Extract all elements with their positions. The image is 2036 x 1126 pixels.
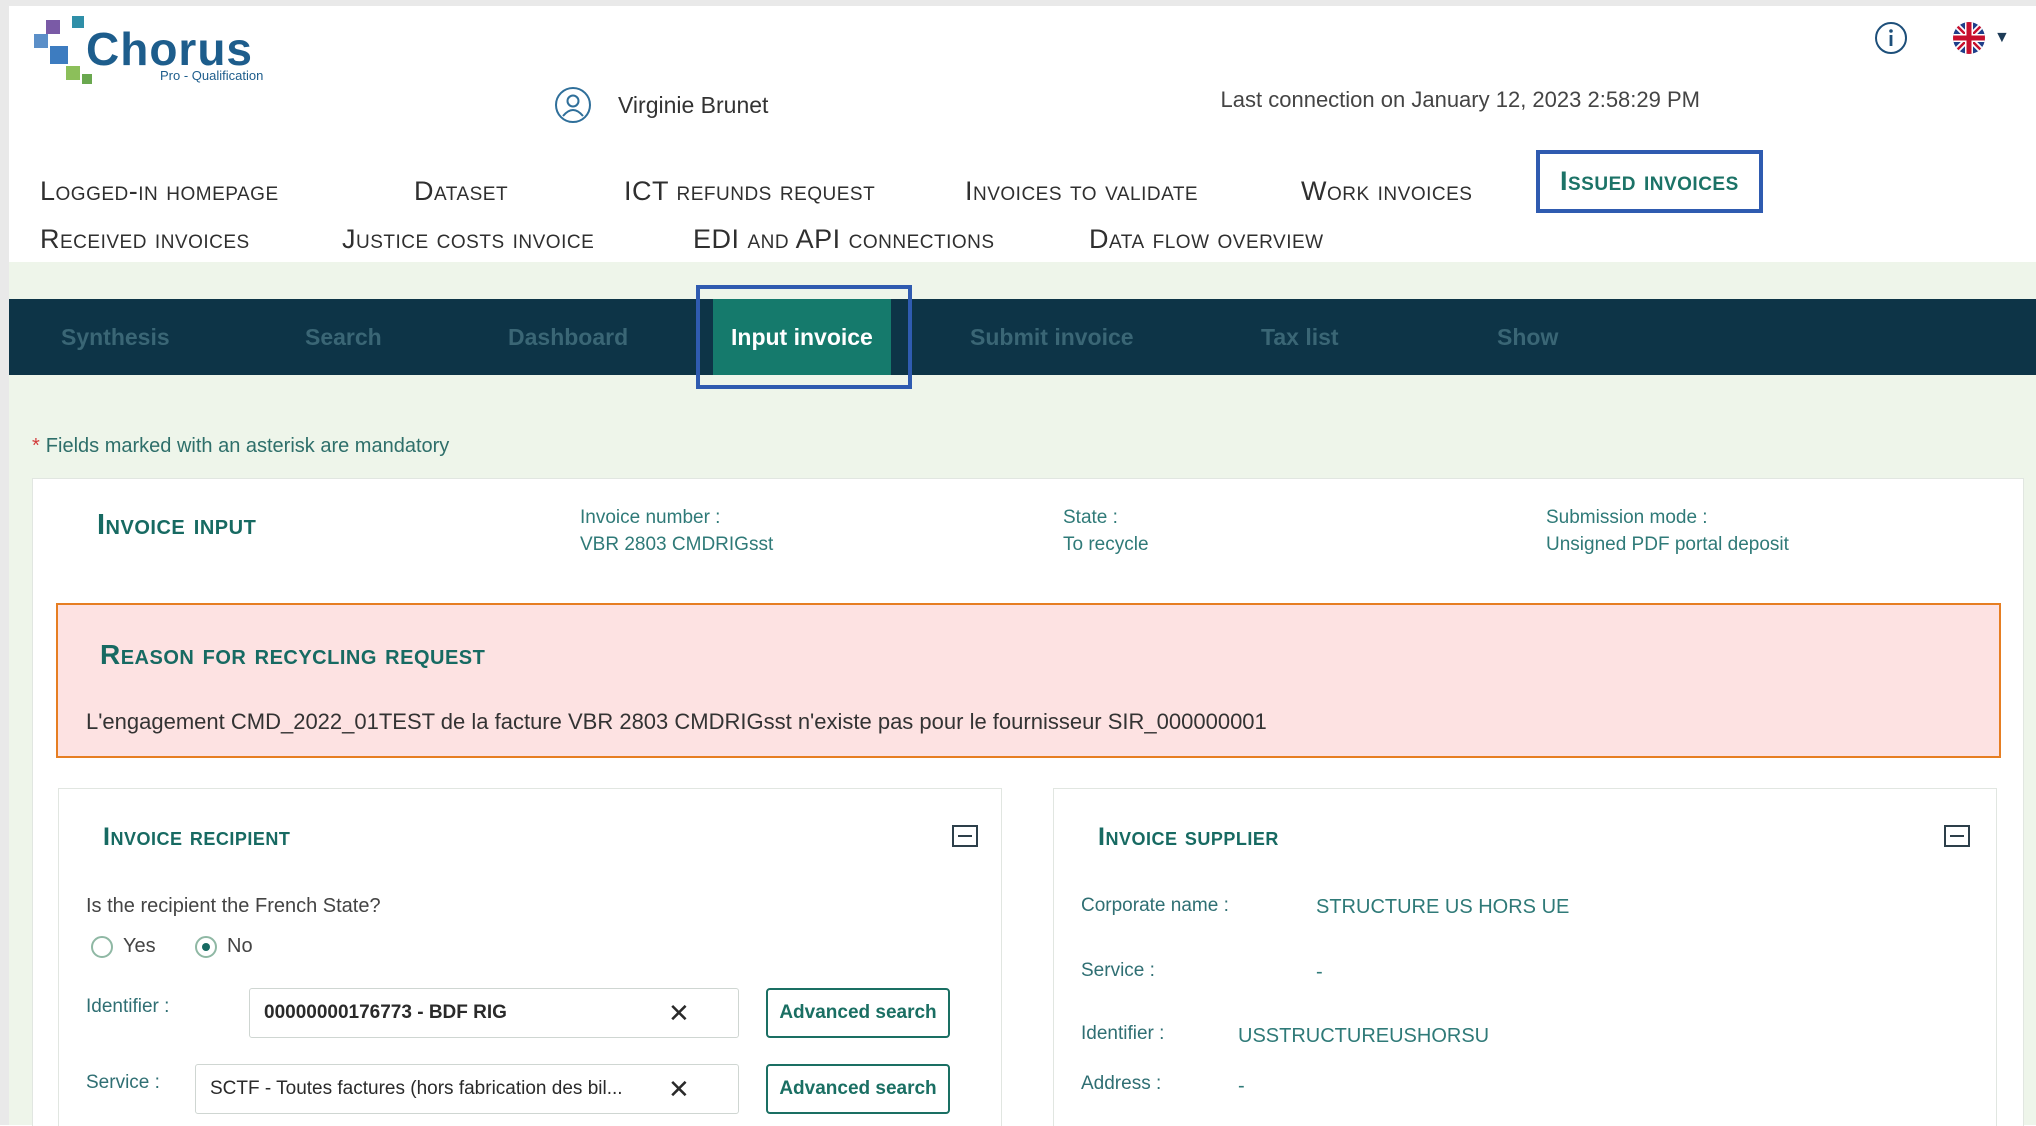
supplier-identifier-value: USSTRUCTUREUSHORSU <box>1238 1025 1490 1047</box>
clear-identifier-icon[interactable]: ✕ <box>668 998 690 1028</box>
invoice-supplier-title: Invoice supplier <box>1098 823 1279 851</box>
tab-show[interactable]: Show <box>1497 299 1558 375</box>
corporate-name-label: Corporate name : <box>1081 895 1229 916</box>
user-info[interactable]: Virginie Brunet <box>554 86 768 124</box>
nav-logged-in-homepage[interactable]: Logged-in homepage <box>40 176 279 207</box>
service-input[interactable]: SCTF - Toutes factures (hors fabrication… <box>195 1064 739 1114</box>
recycling-reason-title: Reason for recycling request <box>100 639 486 670</box>
clear-service-icon[interactable]: ✕ <box>668 1074 690 1104</box>
nav-justice-costs-invoice[interactable]: Justice costs invoice <box>342 224 594 255</box>
radio-no-label: No <box>227 935 253 957</box>
radio-no[interactable]: No <box>195 935 253 958</box>
identifier-advanced-search-button[interactable]: Advanced search <box>766 988 950 1038</box>
nav-data-flow-overview[interactable]: Data flow overview <box>1089 224 1324 255</box>
supplier-identifier-label: Identifier : <box>1081 1023 1165 1044</box>
user-name: Virginie Brunet <box>618 91 769 118</box>
state-value: To recycle <box>1063 534 1149 555</box>
language-selector[interactable]: ▼ <box>1952 20 2012 56</box>
nav-received-invoices[interactable]: Received invoices <box>40 224 250 255</box>
nav-work-invoices[interactable]: Work invoices <box>1301 176 1472 207</box>
nav-dataset[interactable]: Dataset <box>414 176 508 207</box>
submission-mode-label: Submission mode : <box>1546 507 1708 528</box>
identifier-input[interactable]: 00000000176773 - BDF RIG ✕ <box>249 988 739 1038</box>
last-connection: Last connection on January 12, 2023 2:58… <box>1220 87 1700 112</box>
nav-invoices-to-validate[interactable]: Invoices to validate <box>965 176 1198 207</box>
nav-ict-refunds-request[interactable]: ICT refunds request <box>624 176 875 207</box>
logo-square-icon <box>66 66 80 80</box>
invoice-recipient-card: Invoice recipient Is the recipient the F… <box>58 788 1002 1126</box>
supplier-address-value: - <box>1238 1075 1245 1097</box>
tab-submit-invoice[interactable]: Submit invoice <box>970 299 1134 375</box>
sub-nav: Synthesis Search Dashboard Input invoice… <box>9 299 2036 375</box>
mandatory-note: * Fields marked with an asterisk are mand… <box>32 435 450 457</box>
collapse-recipient-icon[interactable] <box>952 825 978 847</box>
french-state-question: Is the recipient the French State? <box>86 895 381 917</box>
invoice-supplier-card: Invoice supplier Corporate name : STRUCT… <box>1053 788 1997 1126</box>
invoice-number-value: VBR 2803 CMDRIGsst <box>580 534 774 555</box>
nav-edi-api-connections[interactable]: EDI and API connections <box>693 224 995 255</box>
tab-tax-list[interactable]: Tax list <box>1261 299 1339 375</box>
collapse-supplier-icon[interactable] <box>1944 825 1970 847</box>
nav-issued-invoices[interactable]: Issued invoices <box>1536 150 1763 213</box>
chevron-down-icon: ▼ <box>1994 29 2010 46</box>
service-label: Service : <box>86 1072 160 1093</box>
tab-dashboard[interactable]: Dashboard <box>508 299 628 375</box>
radio-no-circle[interactable] <box>195 935 217 958</box>
radio-yes[interactable]: Yes <box>91 935 156 958</box>
radio-yes-circle[interactable] <box>91 935 113 958</box>
supplier-address-label: Address : <box>1081 1073 1162 1094</box>
chorus-logo[interactable]: Chorus Pro - Qualification <box>32 16 292 88</box>
invoice-input-title: Invoice input <box>97 509 257 541</box>
active-tab-highlight <box>696 285 912 389</box>
invoice-recipient-title: Invoice recipient <box>103 823 291 851</box>
logo-square-icon <box>72 16 84 28</box>
user-icon <box>555 87 591 123</box>
corporate-name-value: STRUCTURE US HORS UE <box>1316 896 1570 918</box>
state-label: State : <box>1063 507 1118 528</box>
info-icon[interactable] <box>1874 21 1908 55</box>
logo-square-icon <box>34 34 48 48</box>
supplier-service-label: Service : <box>1081 960 1155 981</box>
recycling-reason-message: L'engagement CMD_2022_01TEST de la factu… <box>86 709 1267 734</box>
left-band <box>0 0 9 1125</box>
radio-yes-label: Yes <box>123 935 156 957</box>
logo-square-icon <box>46 20 60 34</box>
service-input-value: SCTF - Toutes factures (hors fabrication… <box>210 1078 623 1099</box>
invoice-number-label: Invoice number : <box>580 507 721 528</box>
logo-subtitle: Pro - Qualification <box>160 68 264 83</box>
tab-synthesis[interactable]: Synthesis <box>61 299 170 375</box>
uk-flag-icon <box>1953 22 1985 54</box>
recycling-reason-alert: Reason for recycling request L'engagemen… <box>56 603 2001 758</box>
tab-search[interactable]: Search <box>305 299 382 375</box>
submission-mode-value: Unsigned PDF portal deposit <box>1546 534 1789 555</box>
top-band <box>0 0 2036 6</box>
mandatory-note-text: Fields marked with an asterisk are manda… <box>45 435 450 457</box>
identifier-label: Identifier : <box>86 996 170 1017</box>
logo-square-icon <box>50 46 68 64</box>
supplier-service-value: - <box>1316 961 1323 983</box>
identifier-input-value: 00000000176773 - BDF RIG <box>264 1002 507 1023</box>
service-advanced-search-button[interactable]: Advanced search <box>766 1064 950 1114</box>
